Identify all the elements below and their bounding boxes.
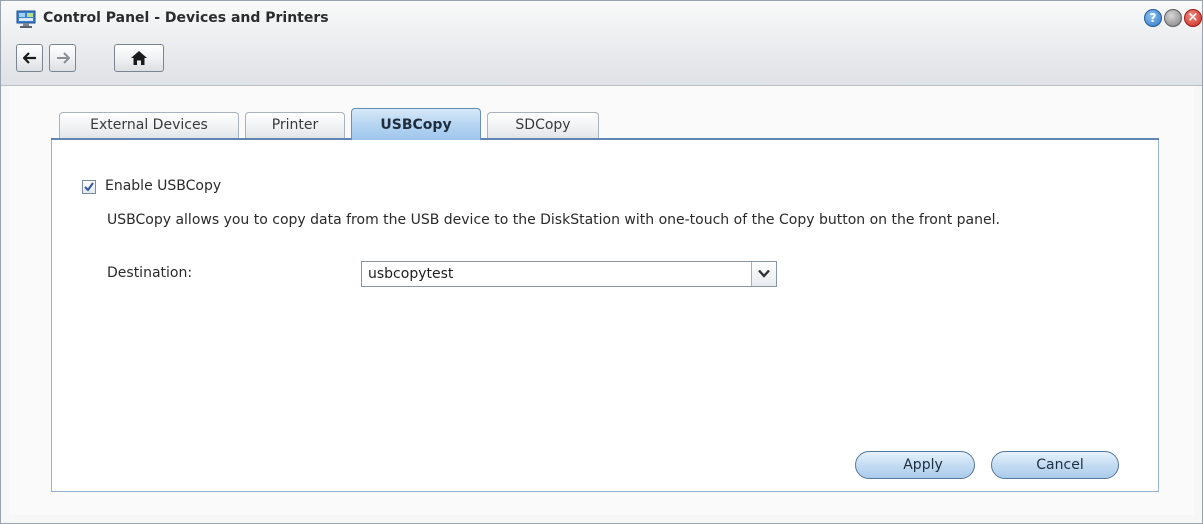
arrow-right-icon (56, 52, 70, 64)
control-panel-icon (16, 9, 36, 29)
help-button[interactable]: ? (1144, 9, 1162, 27)
usbcopy-description: USBCopy allows you to copy data from the… (107, 212, 1000, 228)
destination-select[interactable]: usbcopytest (361, 261, 777, 287)
apply-button[interactable]: Apply (855, 451, 975, 479)
dropdown-toggle[interactable] (751, 262, 776, 286)
tab-printer[interactable]: Printer (245, 112, 345, 139)
home-button[interactable] (114, 44, 164, 72)
arrow-left-icon (22, 52, 36, 64)
window-title: Control Panel - Devices and Printers (43, 10, 329, 26)
home-icon (131, 51, 147, 65)
destination-value: usbcopytest (368, 266, 454, 282)
enable-usbcopy-label[interactable]: Enable USBCopy (105, 178, 221, 194)
chevron-down-icon (758, 269, 770, 278)
forward-button[interactable] (49, 44, 76, 72)
destination-label: Destination: (107, 265, 193, 281)
title-bar: Control Panel - Devices and Printers ? × (1, 1, 1202, 86)
cancel-button[interactable]: Cancel (991, 451, 1119, 479)
close-button[interactable]: × (1184, 9, 1202, 27)
minimize-button[interactable] (1164, 9, 1182, 27)
tab-external-devices[interactable]: External Devices (59, 112, 239, 139)
tab-sdcopy[interactable]: SDCopy (487, 112, 599, 139)
enable-usbcopy-checkbox[interactable] (82, 180, 96, 194)
tab-usbcopy[interactable]: USBCopy (351, 108, 481, 140)
checkmark-icon (84, 182, 94, 192)
back-button[interactable] (16, 44, 43, 72)
